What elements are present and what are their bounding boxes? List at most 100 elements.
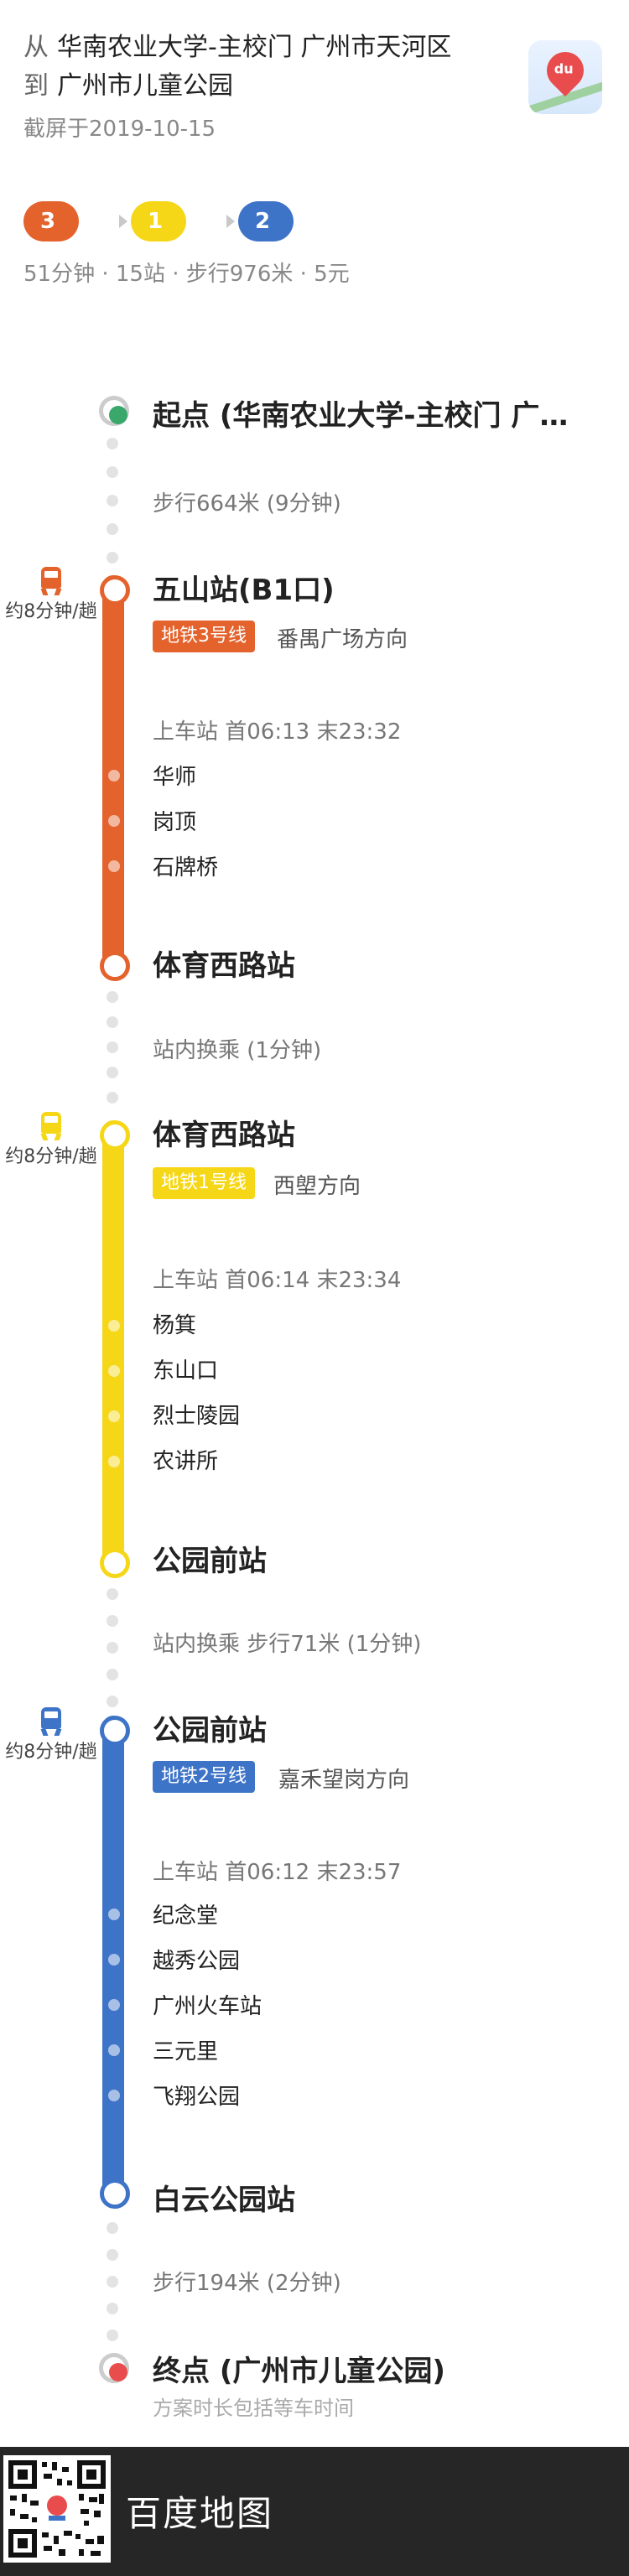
walk-dot: [107, 2276, 118, 2288]
line-badge: 地铁1号线: [153, 1167, 255, 1199]
subway-icon: [39, 1112, 63, 1140]
frequency-text: 约8分钟/趟: [5, 1146, 97, 1167]
walk-dot: [107, 466, 118, 478]
subway-icon: [39, 567, 63, 595]
walk-instruction: 步行194米 (2分钟): [153, 2271, 341, 2296]
intermediate-stop: 飞翔公园: [153, 2085, 241, 2110]
walk-dot: [107, 2249, 118, 2261]
board-station-marker: [100, 575, 130, 605]
board-station-marker: [100, 1716, 130, 1746]
stop-dot: [108, 2090, 120, 2101]
walk-dot: [107, 2303, 118, 2314]
board-station-marker: [100, 1120, 130, 1150]
line-1-track: [102, 1120, 124, 1573]
stop-dot: [108, 860, 120, 872]
walk-dot: [107, 495, 118, 506]
line-badge: 地铁3号线: [153, 621, 255, 652]
transfer-dot: [107, 1588, 118, 1600]
service-hours: 上车站 首06:14 末23:34: [153, 1268, 402, 1293]
alight-station-marker: [100, 2179, 130, 2209]
service-hours: 上车站 首06:13 末23:32: [153, 719, 402, 745]
line-badge: 地铁2号线: [153, 1761, 255, 1793]
walk-dot: [107, 2329, 118, 2341]
transfer-dot: [107, 1041, 118, 1053]
transfer-dot: [107, 1615, 118, 1627]
board-station-name: 公园前站: [153, 1714, 267, 1748]
intermediate-stop: 岗顶: [153, 810, 197, 835]
walk-dot: [107, 552, 118, 564]
duration-note: 方案时长包括等车时间: [153, 2397, 354, 2420]
board-station-name: 体育西路站: [153, 1119, 295, 1152]
transfer-dot: [107, 1092, 118, 1104]
walk-instruction: 步行664米 (9分钟): [153, 491, 341, 517]
destination-line: 到广州市儿童公园: [23, 67, 527, 106]
transfer-dot: [107, 1696, 118, 1707]
service-hours: 上车站 首06:12 末23:57: [153, 1860, 402, 1885]
stop-dot: [108, 1320, 120, 1332]
intermediate-stop: 纪念堂: [153, 1903, 219, 1929]
baidu-map-logo-icon: du: [528, 40, 602, 114]
transfer-dot: [107, 1642, 118, 1654]
stop-dot: [108, 1365, 120, 1377]
transfer-dot: [107, 1669, 118, 1680]
stop-dot: [108, 770, 120, 782]
start-point-icon: [99, 396, 129, 426]
alight-station-name: 公园前站: [153, 1545, 267, 1578]
intermediate-stop: 烈士陵园: [153, 1404, 241, 1429]
board-station-name: 五山站(B1口): [153, 574, 335, 607]
intermediate-stop: 东山口: [153, 1358, 219, 1384]
alight-station-name: 体育西路站: [153, 949, 295, 983]
intermediate-stop: 广州火车站: [153, 1994, 263, 2019]
direction-text: 西塱方向: [273, 1174, 361, 1199]
stop-dot: [108, 1909, 120, 1920]
footer-bar: 百度地图: [0, 2447, 629, 2576]
destination-text: 广州市儿童公园: [57, 71, 233, 101]
app-name: 百度地图: [126, 2493, 274, 2534]
intermediate-stop: 三元里: [153, 2039, 219, 2064]
alight-station-marker: [100, 1548, 130, 1578]
walk-dot: [107, 2222, 118, 2234]
from-prefix: 从: [23, 33, 49, 62]
intermediate-stop: 越秀公园: [153, 1949, 241, 1974]
origin-text: 华南农业大学-主校门 广州市天河区: [57, 33, 452, 62]
chip-line-2: 2号线: [238, 201, 294, 314]
end-label: 终点 (广州市儿童公园): [153, 2355, 445, 2388]
stop-dot: [108, 1410, 120, 1422]
direction-text: 嘉禾望岗方向: [278, 1768, 410, 1793]
transfer-dot: [107, 991, 118, 1003]
line-1-frequency: 约8分钟/趟: [0, 1112, 102, 1169]
frequency-text: 约8分钟/趟: [5, 601, 97, 622]
intermediate-stop: 杨箕: [153, 1313, 197, 1338]
alight-station-name: 白云公园站: [153, 2184, 295, 2217]
stop-dot: [108, 815, 120, 827]
transfer-instruction: 站内换乘 步行71米 (1分钟): [153, 1632, 422, 1657]
walk-dot: [107, 523, 118, 535]
route-header: 从华南农业大学-主校门 广州市天河区 到广州市儿童公园 截屏于2019-10-1…: [23, 29, 527, 146]
transfer-dot: [107, 1067, 118, 1078]
line-2-frequency: 约8分钟/趟: [0, 1707, 102, 1764]
direction-text: 番禺广场方向: [277, 627, 408, 652]
chevron-right-icon: [119, 215, 127, 228]
transfer-dot: [107, 1016, 118, 1028]
intermediate-stop: 华师: [153, 765, 197, 790]
transfer-instruction: 站内换乘 (1分钟): [153, 1038, 322, 1063]
walk-dot: [107, 438, 118, 449]
frequency-text: 约8分钟/趟: [5, 1742, 97, 1763]
line-3-frequency: 约8分钟/趟: [0, 567, 102, 624]
stop-dot: [108, 1456, 120, 1467]
chip-line-3: 3号线: [23, 201, 79, 314]
subway-icon: [39, 1707, 63, 1736]
intermediate-stop: 石牌桥: [153, 855, 219, 880]
route-summary: 51分钟 · 15站 · 步行976米 · 5元: [23, 262, 350, 287]
start-label: 起点 (华南农业大学-主校门 广…: [153, 399, 569, 433]
stop-dot: [108, 2044, 120, 2056]
to-prefix: 到: [23, 71, 49, 101]
end-point-icon: [99, 2353, 129, 2383]
qr-code-icon: [3, 2455, 111, 2563]
screenshot-date: 截屏于2019-10-15: [23, 117, 216, 142]
intermediate-stop: 农讲所: [153, 1449, 219, 1474]
stop-dot: [108, 1999, 120, 2011]
origin-line: 从华南农业大学-主校门 广州市天河区: [23, 29, 527, 67]
alight-station-marker: [100, 951, 130, 981]
stop-dot: [108, 1954, 120, 1966]
